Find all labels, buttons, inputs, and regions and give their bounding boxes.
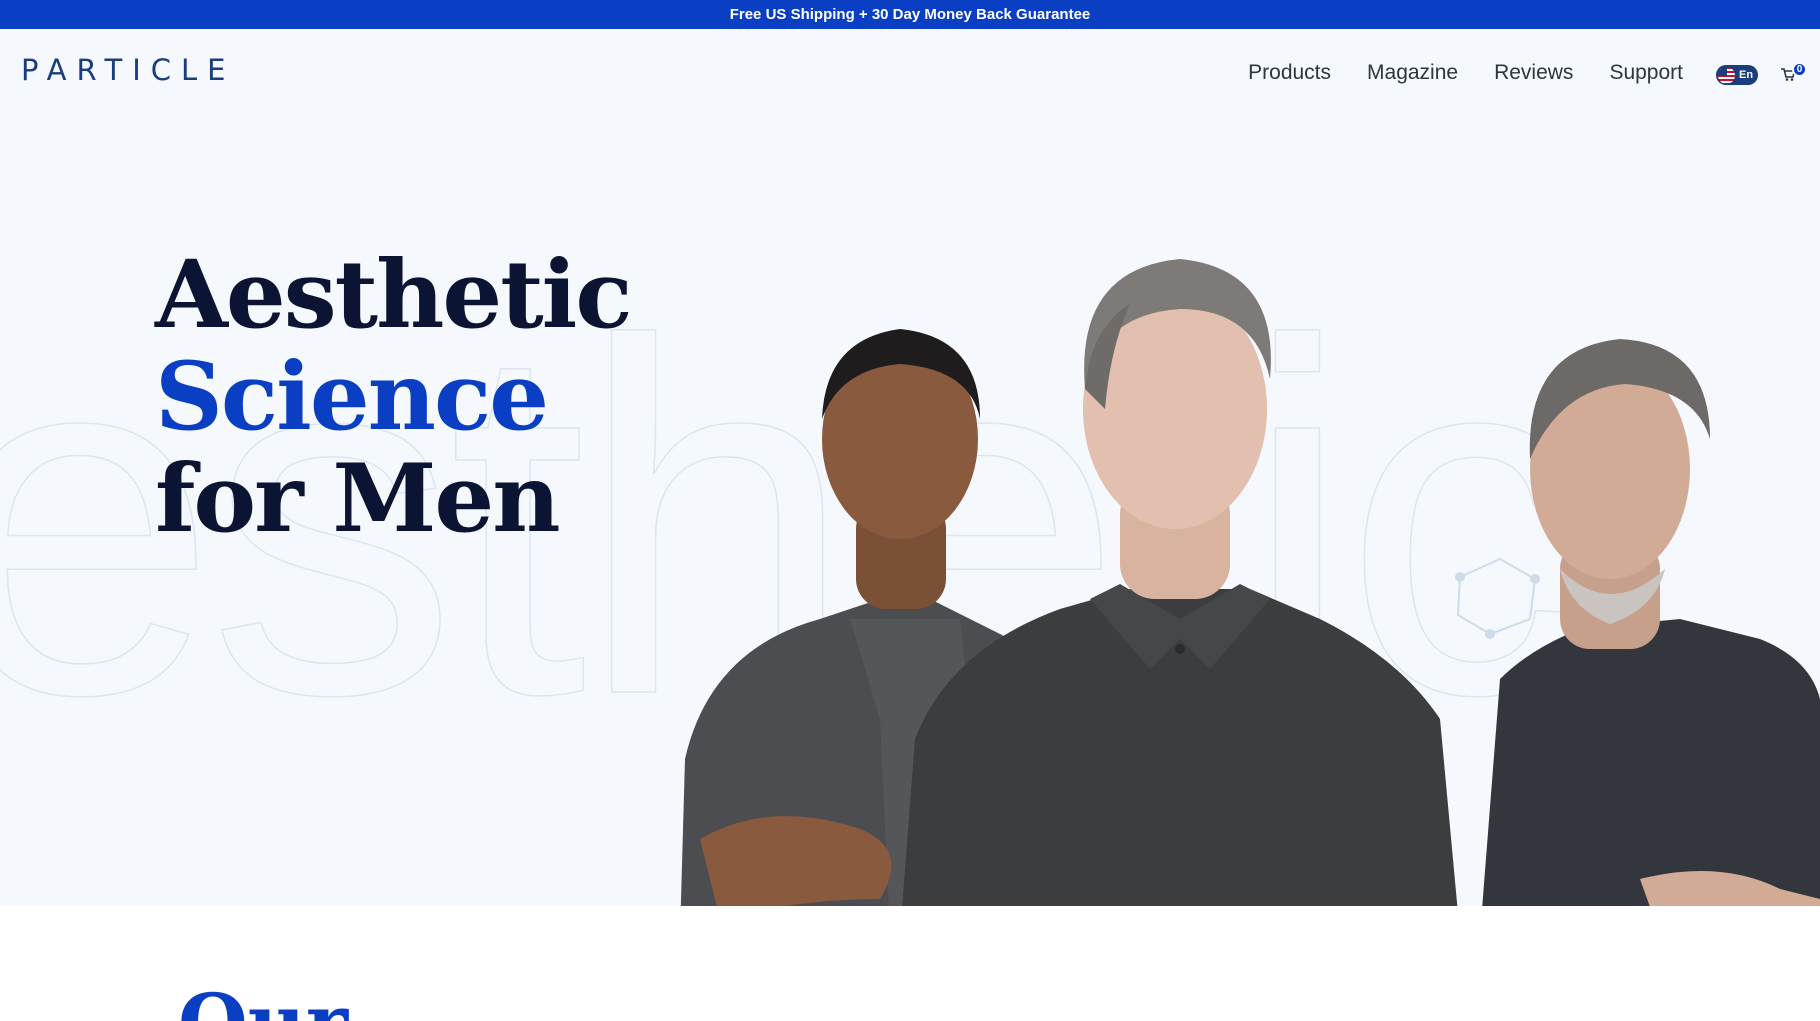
cart-button[interactable]: 0 [1781, 62, 1807, 88]
molecule-decoration [1455, 557, 1540, 639]
announcement-text: Free US Shipping + 30 Day Money Back Gua… [729, 6, 1091, 23]
nav-item-support[interactable]: Support [1609, 61, 1683, 85]
nav-item-products[interactable]: Products [1248, 61, 1331, 85]
language-label: En [1739, 69, 1754, 81]
main-nav: Products Magazine Reviews Support [1248, 61, 1683, 85]
us-flag-icon [1718, 66, 1735, 84]
man-right [1482, 339, 1820, 906]
brand-logo[interactable]: PARTICLE [21, 53, 236, 87]
hero-line-2: Science [155, 342, 549, 452]
nav-item-magazine[interactable]: Magazine [1367, 61, 1458, 85]
hero-line-3: for Men [155, 444, 561, 554]
nav-item-reviews[interactable]: Reviews [1494, 61, 1573, 85]
announcement-bar: Free US Shipping + 30 Day Money Back Gua… [0, 0, 1820, 29]
site-header: PARTICLE Products Magazine Reviews Suppo… [0, 29, 1820, 119]
hero-line-1: Aesthetic [155, 240, 633, 350]
hero-section: esthetic Aesthetic Science for Men [0, 29, 1820, 906]
section-heading: Our [178, 976, 348, 1021]
man-center [902, 259, 1458, 906]
hero-headline: Aesthetic Science for Men [155, 240, 633, 554]
hero-men-photo [680, 259, 1820, 906]
our-section: Our [0, 906, 1820, 1021]
cart-count-badge: 0 [1792, 62, 1807, 77]
language-selector[interactable]: En [1716, 65, 1758, 85]
